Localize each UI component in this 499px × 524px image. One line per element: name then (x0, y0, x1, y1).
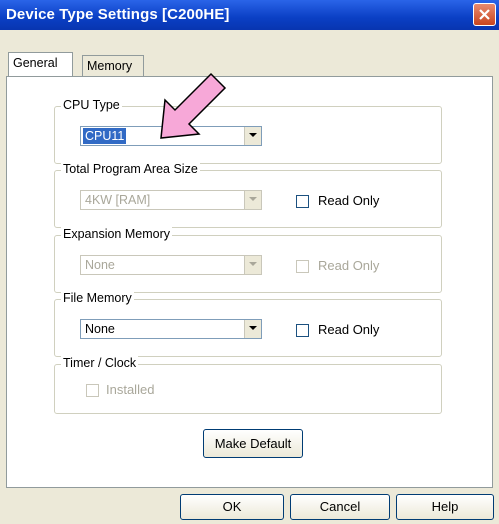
program-area-read-only-checkbox[interactable] (296, 195, 309, 208)
window-title: Device Type Settings [C200HE] (6, 6, 230, 23)
close-icon (479, 9, 490, 20)
cancel-button[interactable]: Cancel (290, 494, 390, 520)
expansion-memory-dropdown-button[interactable] (244, 256, 261, 274)
title-bar: Device Type Settings [C200HE] (0, 0, 499, 30)
cpu-type-group: CPU Type CPU11 (54, 98, 442, 164)
help-label: Help (431, 499, 459, 514)
annotation-arrow-icon (160, 72, 227, 139)
program-area-group: Total Program Area Size 4KW [RAM] Read O… (54, 162, 442, 228)
cpu-type-label: CPU Type (61, 98, 122, 112)
file-memory-dropdown-button[interactable] (244, 320, 261, 338)
chevron-down-icon (249, 197, 257, 201)
expansion-memory-read-only-label: Read Only (318, 258, 380, 273)
file-memory-select[interactable]: None (80, 319, 262, 339)
file-memory-value: None (85, 322, 115, 336)
expansion-memory-label: Expansion Memory (61, 227, 172, 241)
expansion-memory-select[interactable]: None (80, 255, 262, 275)
installed-checkbox[interactable] (86, 384, 99, 397)
cpu-type-dropdown-button[interactable] (244, 127, 261, 145)
tab-memory[interactable]: Memory (82, 55, 144, 77)
program-area-value: 4KW [RAM] (85, 193, 151, 207)
tab-memory-label: Memory (87, 59, 133, 73)
program-area-dropdown-button[interactable] (244, 191, 261, 209)
program-area-read-only-label: Read Only (318, 193, 380, 208)
expansion-memory-read-only-checkbox[interactable] (296, 260, 309, 273)
tab-general[interactable]: General (8, 52, 73, 76)
make-default-label: Make Default (214, 436, 292, 451)
file-memory-read-only-label: Read Only (318, 322, 380, 337)
file-memory-group: File Memory None Read Only (54, 291, 442, 357)
installed-label: Installed (106, 382, 155, 397)
cancel-label: Cancel (319, 499, 361, 514)
expansion-memory-value: None (85, 258, 115, 272)
program-area-label: Total Program Area Size (61, 162, 200, 176)
make-default-button[interactable]: Make Default (203, 429, 303, 458)
chevron-down-icon (249, 133, 257, 137)
tab-general-label: General (13, 56, 58, 70)
file-memory-read-only-checkbox[interactable] (296, 324, 309, 337)
timer-clock-group: Timer / Clock Installed (54, 356, 442, 414)
general-tab-panel: CPU Type CPU11 Total Program Area Size 4… (6, 76, 493, 488)
close-button[interactable] (473, 3, 496, 26)
file-memory-label: File Memory (61, 291, 134, 305)
chevron-down-icon (249, 326, 257, 330)
ok-button[interactable]: OK (180, 494, 284, 520)
help-button[interactable]: Help (396, 494, 494, 520)
dialog-body: General Memory CPU Type CPU11 Total Prog… (0, 30, 499, 524)
chevron-down-icon (249, 262, 257, 266)
expansion-memory-group: Expansion Memory None Read Only (54, 227, 442, 293)
cpu-type-value: CPU11 (83, 128, 127, 144)
ok-label: OK (222, 499, 242, 514)
timer-clock-label: Timer / Clock (61, 356, 139, 370)
program-area-select[interactable]: 4KW [RAM] (80, 190, 262, 210)
